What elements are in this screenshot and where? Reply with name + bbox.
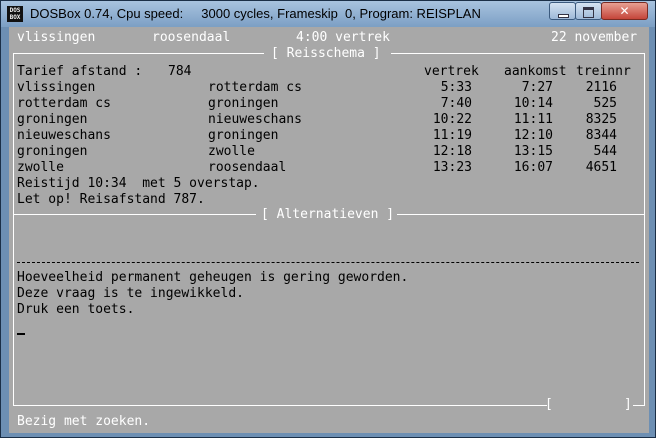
window-title: DOSBox 0.74, Cpu speed: 3000 cycles, Fra… [30,6,481,21]
row-treinnr: 525 [593,96,617,111]
frame-left [13,53,14,405]
dos-screen[interactable]: vlissingen roosendaal 4:00 vertrek 22 no… [9,27,649,433]
divider-left [13,214,256,215]
row-aankomst: 13:15 [513,144,553,159]
row-treinnr: 4651 [585,160,617,175]
message-line: Deze vraag is te ingewikkeld. [17,286,244,301]
row-vertrek: 12:18 [432,144,472,159]
row-from: vlissingen [17,80,96,95]
row-vertrek: 5:33 [440,80,472,95]
message-line: Hoeveelheid permanent geheugen is gering… [17,270,409,285]
text-cursor [17,333,25,335]
divider-right [397,214,645,215]
alternatieven-title: [ Alternatieven ] [261,207,395,222]
dosbox-app-icon[interactable]: DOS BOX [7,6,23,22]
row-vertrek: 10:22 [432,112,472,127]
header-from: vlissingen [17,30,96,45]
status-line: Bezig met zoeken. [17,414,151,429]
row-vertrek: 7:40 [440,96,472,111]
col-treinnr: treinnr [576,64,631,79]
row-to: zwolle [208,144,255,159]
header-to: roosendaal [152,30,231,45]
row-from: groningen [17,112,88,127]
bracket-left: [ [545,397,553,412]
header-date: 22 november [551,30,638,45]
row-aankomst: 7:27 [521,80,553,95]
row-vertrek: 13:23 [432,160,472,175]
frame-right [644,53,645,405]
dosbox-window: DOS BOX DOSBox 0.74, Cpu speed: 3000 cyc… [0,0,656,438]
maximize-icon [583,7,594,18]
col-vertrek: vertrek [424,64,479,79]
row-treinnr: 2116 [585,80,617,95]
message-line: Druk een toets. [17,302,135,317]
row-aankomst: 11:11 [513,112,553,127]
header-time: 4:00 vertrek [296,30,390,45]
row-from: zwolle [17,160,64,175]
row-to: roosendaal [208,160,287,175]
row-to: groningen [208,128,279,143]
tarief-value: 784 [168,64,192,79]
title-bar[interactable]: DOS BOX DOSBox 0.74, Cpu speed: 3000 cyc… [1,1,655,27]
frame-top-left [13,53,264,54]
tarief-label: Tarief afstand : [17,64,143,79]
minimize-icon [558,14,569,18]
bracket-right: ] [624,397,632,412]
maximize-button[interactable] [575,2,602,20]
let-op-text: Let op! Reisafstand 787. [17,192,205,207]
row-from: nieuweschans [17,128,111,143]
row-treinnr: 8325 [585,112,617,127]
row-to: nieuweschans [208,112,302,127]
frame-bottom-right [633,405,645,406]
reistijd-text: Reistijd 10:34 met 5 overstap. [17,176,260,191]
row-vertrek: 11:19 [432,128,472,143]
row-from: rotterdam cs [17,96,111,111]
row-aankomst: 16:07 [513,160,553,175]
row-to: groningen [208,96,279,111]
close-icon: ✕ [619,4,630,18]
dashed-separator [17,262,639,263]
close-button[interactable]: ✕ [601,2,648,20]
reisschema-title: [ Reisschema ] [271,46,381,61]
row-treinnr: 8344 [585,128,617,143]
frame-bottom-left [13,405,547,406]
frame-top-right [391,53,645,54]
row-aankomst: 10:14 [513,96,553,111]
minimize-button[interactable] [549,2,576,20]
row-treinnr: 544 [593,144,617,159]
row-from: groningen [17,144,88,159]
row-to: rotterdam cs [208,80,302,95]
row-aankomst: 12:10 [513,128,553,143]
col-aankomst: aankomst [504,64,567,79]
